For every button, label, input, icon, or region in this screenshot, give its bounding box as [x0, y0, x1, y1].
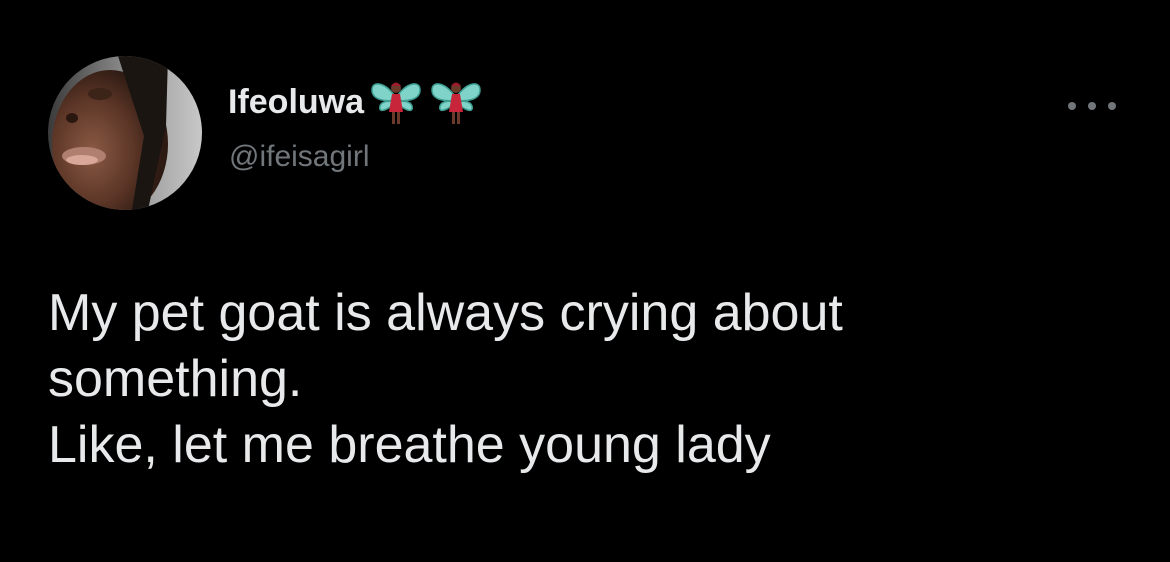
fairy-emoji	[368, 74, 424, 130]
user-handle[interactable]: @ifeisagirl	[229, 140, 370, 174]
more-horizontal-icon	[1068, 102, 1076, 110]
tweet-text-line: My pet goat is always crying about	[48, 284, 843, 342]
more-horizontal-icon	[1088, 102, 1096, 110]
tweet-text: My pet goat is always crying about somet…	[48, 280, 1128, 478]
tweet-card: Ifeoluwa @ifeisagirl My pet goat is alwa…	[0, 0, 1170, 562]
tweet-text-line: Like, let me breathe young lady	[48, 416, 771, 474]
tweet-text-line: something.	[48, 350, 303, 408]
more-options-button[interactable]	[1068, 92, 1116, 120]
more-horizontal-icon	[1108, 102, 1116, 110]
avatar-photo	[48, 56, 202, 210]
display-name[interactable]: Ifeoluwa	[228, 83, 364, 122]
avatar[interactable]	[48, 56, 202, 210]
name-row: Ifeoluwa	[228, 76, 484, 128]
fairy-emoji	[428, 74, 484, 130]
